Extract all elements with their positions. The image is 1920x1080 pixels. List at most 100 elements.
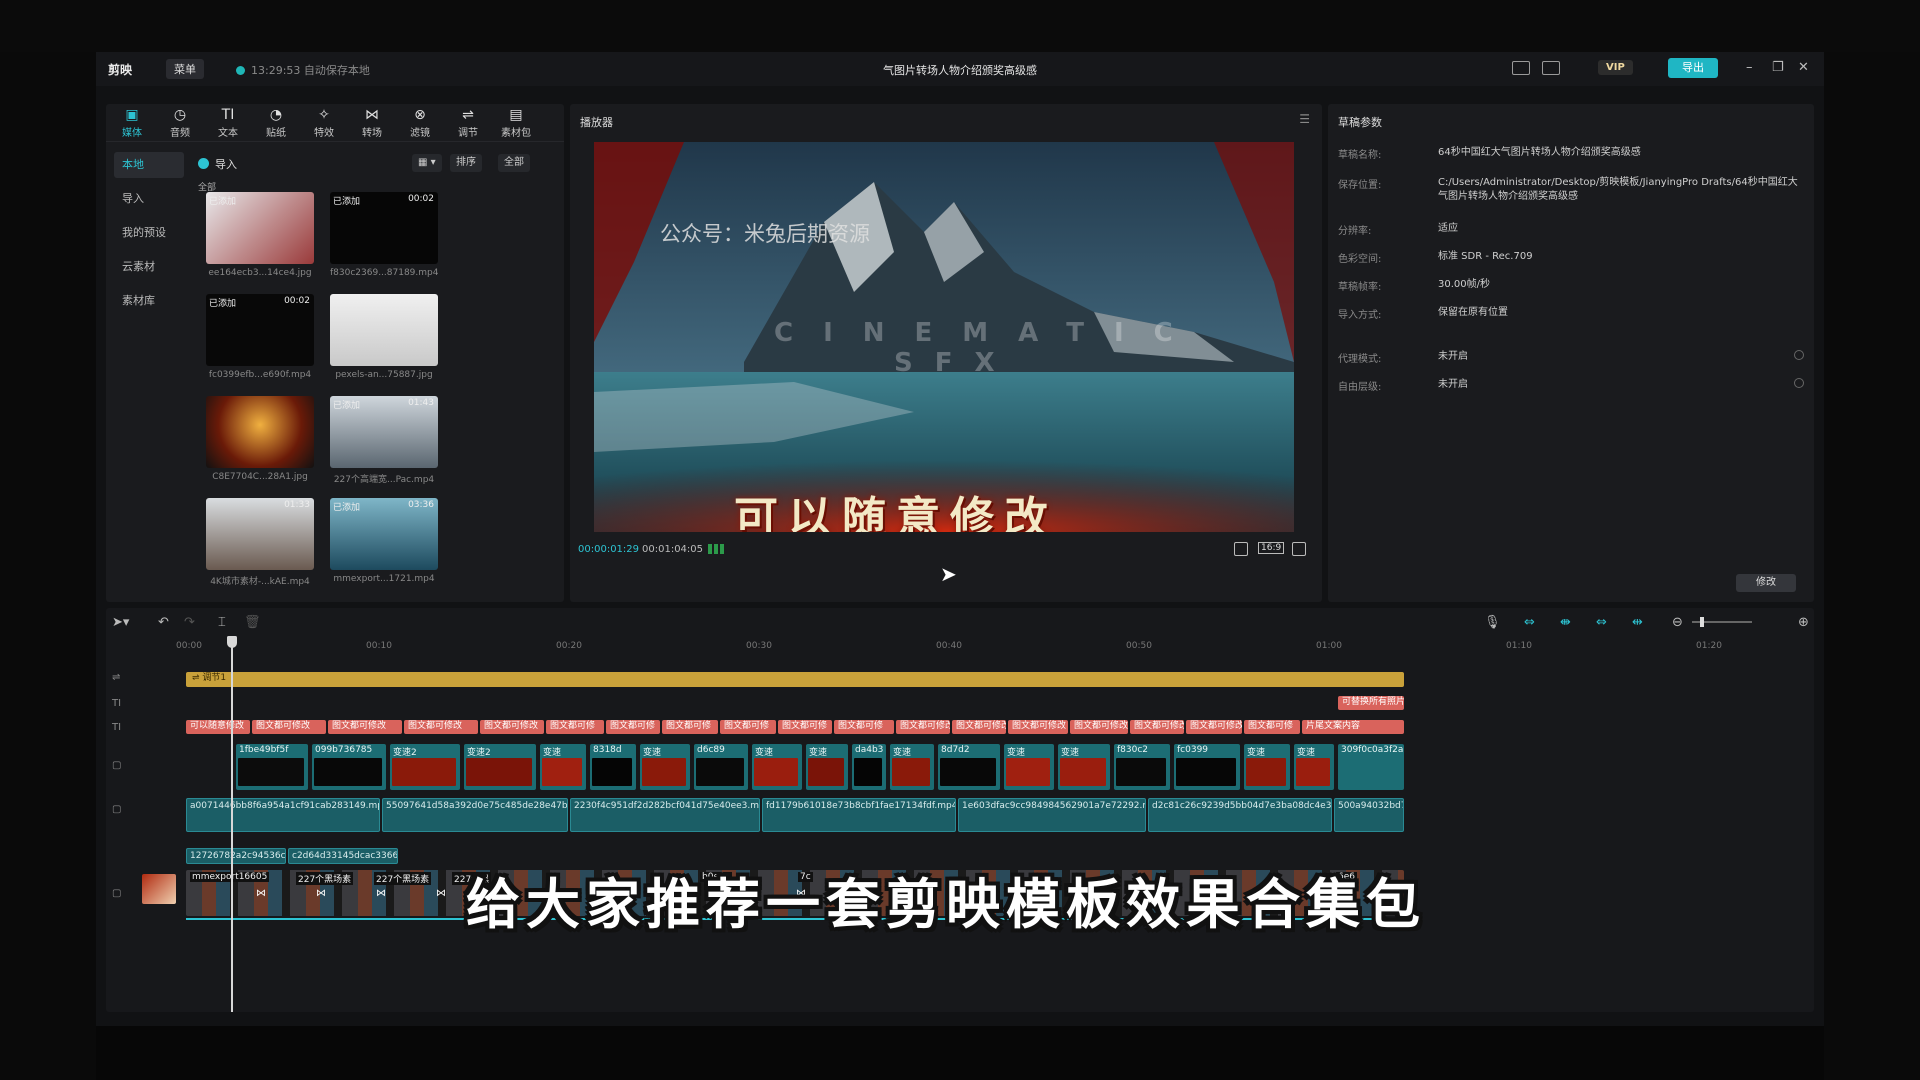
text-clip[interactable]: 图文都可修改 xyxy=(1070,720,1128,734)
video-clip[interactable]: 变速 xyxy=(752,744,802,790)
text-clip[interactable]: 图文都可修改 xyxy=(1130,720,1184,734)
text-clip[interactable]: 图文都可修改 xyxy=(252,720,326,734)
text-clip[interactable]: 图文都可修 xyxy=(662,720,718,734)
video-clip[interactable]: 099b736785 xyxy=(312,744,386,790)
snap-icon[interactable]: ⇔ xyxy=(1596,615,1607,630)
bottom-clip[interactable]: c2d64d33145dcac3366ad0ff1 xyxy=(288,848,398,864)
sidebar-item-3[interactable]: 云素材 xyxy=(114,254,184,280)
long-clip[interactable]: 1e603dfac9cc984984562901a7e72292.mp xyxy=(958,798,1146,832)
tool-2[interactable]: TI 文本 xyxy=(206,106,250,140)
main-cover[interactable] xyxy=(142,874,176,904)
split-icon[interactable]: ⌶ xyxy=(218,615,226,630)
text-clip[interactable]: 图文都可修 xyxy=(546,720,604,734)
video-clip[interactable]: 变速 xyxy=(1004,744,1054,790)
import-button[interactable]: 导入 xyxy=(198,156,237,172)
layout-icon[interactable] xyxy=(1542,61,1560,75)
text-clip[interactable]: 图文都可修 xyxy=(1244,720,1300,734)
close-icon[interactable]: ✕ xyxy=(1798,60,1809,75)
transition-icon[interactable]: ⋈ xyxy=(376,888,386,899)
player-menu-icon[interactable]: ☰ xyxy=(1299,112,1310,126)
info-icon[interactable] xyxy=(1794,378,1804,388)
tool-3[interactable]: ◔ 贴纸 xyxy=(254,106,298,140)
info-icon[interactable] xyxy=(1794,350,1804,360)
preview-axis-icon[interactable]: ⇹ xyxy=(1632,615,1643,630)
text-clip[interactable]: 图文都可修改 xyxy=(896,720,950,734)
view-toggle[interactable]: ▦ ▾ xyxy=(412,154,442,172)
media-thumb-0[interactable]: 已添加 xyxy=(206,192,314,264)
video-clip[interactable]: 变速2 xyxy=(464,744,536,790)
tool-8[interactable]: ▤ 素材包 xyxy=(494,106,538,140)
zoom-handle[interactable] xyxy=(1700,617,1704,627)
redo-icon[interactable]: ↷ xyxy=(184,615,195,630)
tool-0[interactable]: ▣ 媒体 xyxy=(110,106,154,140)
select-tool-icon[interactable]: ➤▾ xyxy=(112,615,129,630)
text-clip[interactable]: 图文都可修 xyxy=(778,720,832,734)
video-preview[interactable]: CINEMATIC SFX 可以随意修改 xyxy=(594,142,1294,532)
video-clip[interactable]: f830c2 xyxy=(1114,744,1170,790)
video-clip[interactable]: 变速2 xyxy=(390,744,460,790)
media-thumb-1[interactable]: 已添加 00:02 xyxy=(330,192,438,264)
tool-5[interactable]: ⋈ 转场 xyxy=(350,106,394,140)
media-thumb-2[interactable]: 已添加 00:02 xyxy=(206,294,314,366)
shortcut-icon[interactable] xyxy=(1512,61,1530,75)
text-clip[interactable]: 图文都可修改 xyxy=(404,720,478,734)
media-thumb-3[interactable] xyxy=(330,294,438,366)
filter-button[interactable]: 全部 xyxy=(498,154,530,172)
media-thumb-4[interactable] xyxy=(206,396,314,468)
fit-icon[interactable] xyxy=(1234,542,1248,556)
video-clip[interactable]: 变速 xyxy=(640,744,690,790)
text-clip[interactable]: 图文都可修改 xyxy=(1186,720,1242,734)
long-clip[interactable]: 500a94032bd720 xyxy=(1334,798,1404,832)
video-clip[interactable]: 变速 xyxy=(540,744,586,790)
tool-6[interactable]: ⊗ 滤镜 xyxy=(398,106,442,140)
sidebar-item-1[interactable]: 导入 xyxy=(114,186,184,212)
video-clip[interactable]: 变速 xyxy=(890,744,934,790)
transition-icon[interactable]: ⋈ xyxy=(316,888,326,899)
long-clip[interactable]: 55097641d58a392d0e75c485de28e47b.mp xyxy=(382,798,568,832)
video-clip[interactable]: da4b3 xyxy=(852,744,886,790)
text-clip[interactable]: 图文都可修改 xyxy=(480,720,544,734)
ratio-button[interactable]: 16:9 xyxy=(1258,542,1285,554)
text-clip[interactable]: 图文都可修 xyxy=(720,720,776,734)
video-clip[interactable]: 1fbe49bf5f xyxy=(236,744,308,790)
text-clip[interactable]: 图文都可修改 xyxy=(1008,720,1068,734)
video-clip[interactable]: d6c89 xyxy=(694,744,748,790)
sidebar-item-4[interactable]: 素材库 xyxy=(114,288,184,314)
video-clip[interactable]: 8318d xyxy=(590,744,636,790)
minimize-icon[interactable]: – xyxy=(1746,60,1753,75)
delete-icon[interactable]: 🗑 xyxy=(244,615,261,630)
video-clip[interactable]: fc0399 xyxy=(1174,744,1240,790)
restore-icon[interactable]: ❐ xyxy=(1772,60,1784,75)
text-clip[interactable]: 图文都可修改 xyxy=(952,720,1006,734)
video-clip[interactable]: 变速 xyxy=(806,744,848,790)
media-thumb-5[interactable]: 已添加 01:43 xyxy=(330,396,438,468)
video-clip[interactable]: 8d7d2 xyxy=(938,744,1000,790)
adjust-clip[interactable]: ⇌ 调节1 xyxy=(186,672,1404,687)
long-clip[interactable]: a0071446bb8f6a954a1cf91cab283149.mp4 xyxy=(186,798,380,832)
tool-7[interactable]: ⇌ 调节 xyxy=(446,106,490,140)
text-clip[interactable]: 图文都可修改 xyxy=(328,720,402,734)
long-clip[interactable]: 2230f4c951df2d282bcf041d75e40ee3.mp4 xyxy=(570,798,760,832)
zoom-slider[interactable] xyxy=(1692,617,1752,627)
long-clip[interactable]: fd1179b61018e73b8cbf1fae17134fdf.mp4 xyxy=(762,798,956,832)
video-clip[interactable]: 变速 xyxy=(1294,744,1334,790)
text-clip[interactable]: 图文都可修 xyxy=(834,720,894,734)
text-clip[interactable]: 图文都可修 xyxy=(606,720,660,734)
long-clip[interactable]: d2c81c26c9239d5bb04d7e3ba08dc4e3.mp xyxy=(1148,798,1332,832)
transition-icon[interactable]: ⋈ xyxy=(436,888,446,899)
tool-4[interactable]: ✧ 特效 xyxy=(302,106,346,140)
text-clip[interactable]: 片尾文案内容 xyxy=(1302,720,1404,734)
playhead[interactable] xyxy=(227,636,237,1012)
magnet-icon[interactable]: ⇼ xyxy=(1560,615,1571,630)
sidebar-item-2[interactable]: 我的预设 xyxy=(114,220,184,246)
transition-icon[interactable]: ⋈ xyxy=(256,888,266,899)
vip-badge[interactable]: VIP xyxy=(1598,60,1633,75)
video-clip[interactable]: 变速 xyxy=(1058,744,1110,790)
media-thumb-6[interactable]: 01:33 xyxy=(206,498,314,570)
video-clip[interactable]: 变速 xyxy=(1244,744,1290,790)
media-thumb-7[interactable]: 已添加 03:36 xyxy=(330,498,438,570)
mic-icon[interactable]: 🎙 xyxy=(1484,615,1501,630)
text-clip-top[interactable]: 可替换所有照片 xyxy=(1338,696,1404,710)
zoom-in-icon[interactable]: ⊕ xyxy=(1798,615,1809,630)
export-button[interactable]: 导出 xyxy=(1668,58,1718,78)
